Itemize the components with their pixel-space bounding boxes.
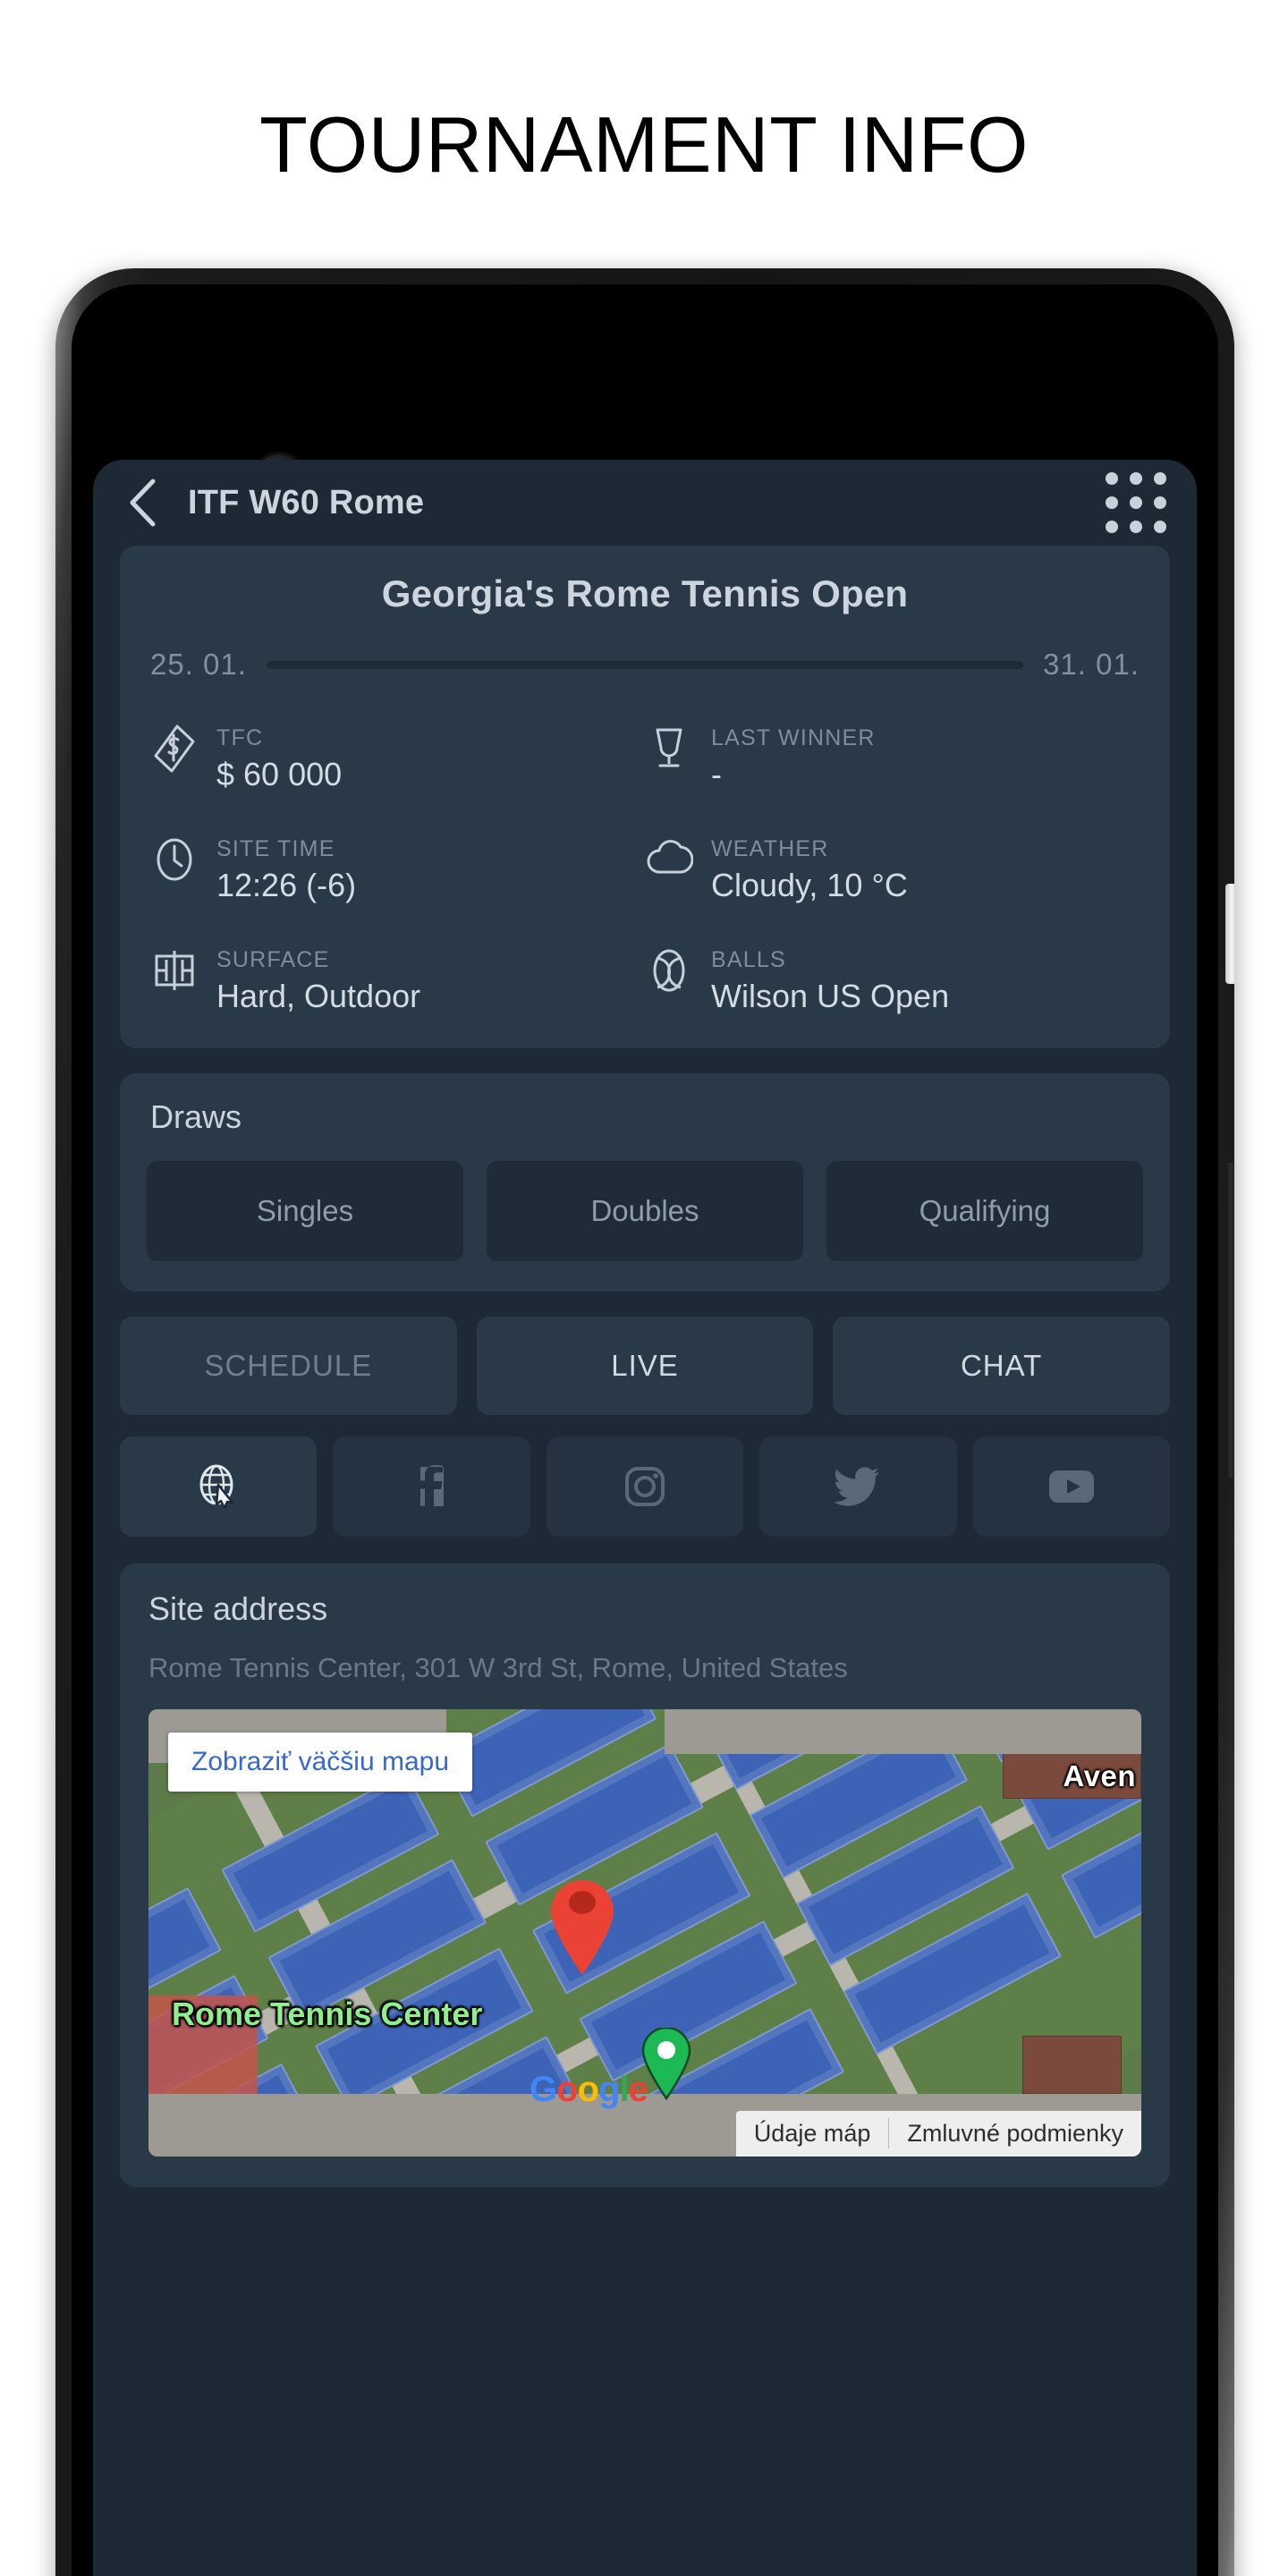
info-value: Wilson US Open <box>711 978 950 1015</box>
start-date: 25. 01. <box>150 648 247 681</box>
draws-button-row: Singles Doubles Qualifying <box>147 1161 1143 1262</box>
cloud-icon <box>645 834 693 886</box>
info-label: TFC <box>216 725 264 750</box>
phone-volume-button[interactable] <box>1225 1163 1234 1478</box>
social-link-website[interactable] <box>120 1436 318 1538</box>
phone-frame: ITF W60 Rome Georgia's Rome Tennis Open … <box>55 268 1234 2576</box>
draws-title: Draws <box>150 1098 242 1136</box>
map-data-link[interactable]: Údaje máp <box>736 2111 889 2157</box>
draw-button-doubles[interactable]: Doubles <box>487 1161 803 1262</box>
price-tag-icon <box>150 723 199 775</box>
phone-power-button[interactable] <box>1225 884 1234 984</box>
trophy-icon <box>645 723 693 775</box>
section-tab-row: SCHEDULE LIVE CHAT <box>120 1317 1170 1416</box>
back-chevron-icon[interactable] <box>123 476 165 530</box>
site-address-card: Site address Rome Tennis Center, 301 W 3… <box>120 1563 1170 2187</box>
map-poi-label: Rome Tennis Center <box>172 1995 483 2032</box>
info-value: 12:26 (-6) <box>216 867 357 904</box>
social-link-twitter[interactable] <box>759 1436 957 1538</box>
tournament-info-card: Georgia's Rome Tennis Open 25. 01. 31. 0… <box>120 546 1170 1049</box>
social-link-youtube[interactable] <box>972 1436 1170 1538</box>
info-value: $ 60 000 <box>216 756 343 793</box>
site-address-text: Rome Tennis Center, 301 W 3rd St, Rome, … <box>148 1652 848 1684</box>
youtube-icon <box>1046 1468 1097 1505</box>
app-bar-title: ITF W60 Rome <box>188 483 425 521</box>
map-marker-primary[interactable] <box>544 1879 621 1978</box>
info-label: BALLS <box>711 947 786 973</box>
info-value: - <box>711 756 722 793</box>
app-screen: ITF W60 Rome Georgia's Rome Tennis Open … <box>93 460 1197 2576</box>
info-value: Hard, Outdoor <box>216 978 421 1015</box>
info-label: SITE TIME <box>216 836 335 862</box>
info-label: LAST WINNER <box>711 725 876 750</box>
tournament-date-range: 25. 01. 31. 01. <box>150 648 1140 682</box>
clock-icon <box>150 834 199 886</box>
draw-button-singles[interactable]: Singles <box>147 1161 463 1262</box>
map-view-larger-link[interactable]: Zobraziť väčšiu mapu <box>168 1732 473 1792</box>
info-item-site-time: SITE TIME 12:26 (-6) <box>150 834 645 907</box>
screenshot-root: TOURNAMENT INFO ITF W60 Rome Georgia's R… <box>0 0 1288 2576</box>
info-label: WEATHER <box>711 836 829 862</box>
social-links-row <box>120 1436 1170 1538</box>
tab-live[interactable]: LIVE <box>476 1317 814 1416</box>
globe-cursor-icon <box>195 1462 242 1512</box>
info-item-tfc: TFC $ 60 000 <box>150 723 645 796</box>
map-attribution-footer: Údaje máp Zmluvné podmienky <box>735 2110 1141 2157</box>
facebook-icon <box>412 1463 452 1510</box>
info-value: Cloudy, 10 °C <box>711 867 908 904</box>
tournament-info-grid: TFC $ 60 000 LAST WINNER - SITE TIME 12:… <box>150 723 1140 1018</box>
end-date: 31. 01. <box>1043 648 1140 681</box>
date-progress-bar <box>266 660 1024 669</box>
social-link-facebook[interactable] <box>333 1436 530 1538</box>
map-terms-link[interactable]: Zmluvné podmienky <box>889 2111 1141 2157</box>
instagram-icon <box>623 1464 667 1509</box>
google-logo: Google <box>530 2069 648 2109</box>
tournament-name: Georgia's Rome Tennis Open <box>381 572 909 614</box>
draw-button-qualifying[interactable]: Qualifying <box>826 1161 1143 1262</box>
info-item-weather: WEATHER Cloudy, 10 °C <box>645 834 1140 907</box>
tennis-ball-icon <box>645 945 693 996</box>
social-link-instagram[interactable] <box>546 1436 744 1538</box>
tab-chat[interactable]: CHAT <box>833 1317 1170 1416</box>
court-icon <box>150 945 199 996</box>
info-item-last-winner: LAST WINNER - <box>645 723 1140 796</box>
info-item-surface: SURFACE Hard, Outdoor <box>150 945 645 1018</box>
info-item-balls: BALLS Wilson US Open <box>645 945 1140 1018</box>
draws-card: Draws Singles Doubles Qualifying <box>120 1073 1170 1292</box>
info-label: SURFACE <box>216 947 330 973</box>
grid-menu-icon[interactable] <box>1106 472 1166 533</box>
app-bar: ITF W60 Rome <box>93 460 1197 546</box>
site-address-title: Site address <box>148 1590 328 1628</box>
phone-bezel: ITF W60 Rome Georgia's Rome Tennis Open … <box>72 284 1218 2576</box>
page-title: TOURNAMENT INFO <box>259 100 1029 189</box>
tab-schedule[interactable]: SCHEDULE <box>120 1317 457 1416</box>
map-street-label: Aven <box>1063 1758 1136 1792</box>
map-embed[interactable]: Zobraziť väčšiu mapu Aven Rome Tennis Ce… <box>148 1708 1141 2157</box>
twitter-bird-icon <box>834 1465 882 1508</box>
